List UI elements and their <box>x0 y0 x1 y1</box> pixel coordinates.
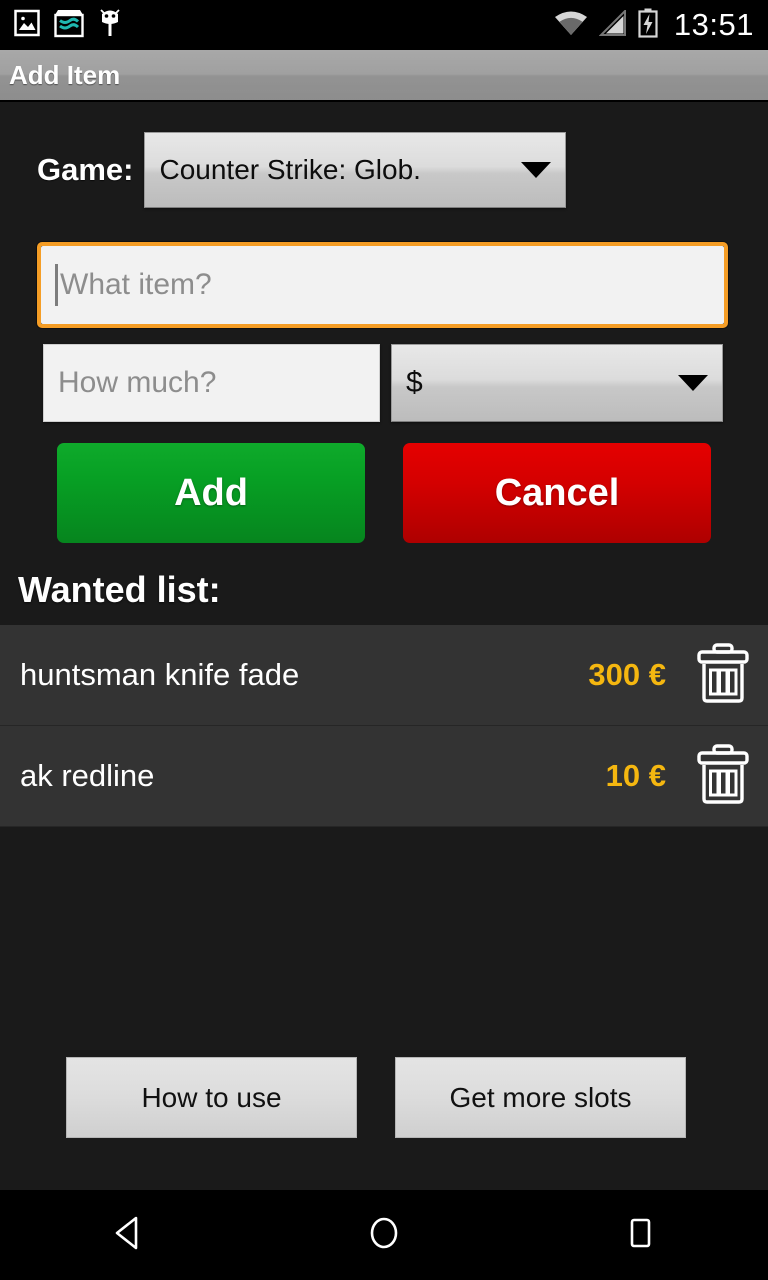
get-more-slots-button[interactable]: Get more slots <box>395 1057 686 1138</box>
how-to-use-button[interactable]: How to use <box>66 1057 357 1138</box>
status-system-icons: 13:51 <box>554 7 754 43</box>
main-content: Game: Counter Strike: Glob. What item? H… <box>0 102 768 1190</box>
back-button[interactable] <box>68 1190 188 1280</box>
action-bar: Add Item <box>0 50 768 102</box>
list-item[interactable]: ak redline 10 € <box>0 726 768 827</box>
delete-item-button[interactable] <box>694 642 752 708</box>
game-dropdown-value: Counter Strike: Glob. <box>159 154 421 185</box>
navigation-bar <box>0 1190 768 1280</box>
recents-button[interactable] <box>580 1190 700 1280</box>
trash-icon <box>695 743 751 809</box>
item-input-placeholder: What item? <box>60 268 212 301</box>
home-button[interactable] <box>324 1190 444 1280</box>
home-icon <box>366 1213 402 1258</box>
currency-dropdown[interactable]: $ <box>391 344 723 422</box>
trash-icon <box>695 642 751 708</box>
status-clock: 13:51 <box>673 7 754 42</box>
bottom-actions: How to use Get more slots <box>66 1057 768 1138</box>
item-name: ak redline <box>20 758 155 793</box>
form-actions: Add Cancel <box>57 443 768 543</box>
status-notification-icons <box>14 8 122 43</box>
chevron-down-icon <box>521 162 552 178</box>
wanted-list: huntsman knife fade 300 € ak redline 10 … <box>0 625 768 827</box>
app-screen: 13:51 Add Item Game: Counter Strike: Glo… <box>0 0 768 1280</box>
item-name-input[interactable]: What item? <box>41 246 724 324</box>
cancel-button[interactable]: Cancel <box>403 443 711 543</box>
game-dropdown[interactable]: Counter Strike: Glob. <box>144 132 567 208</box>
photo-icon <box>14 9 40 42</box>
price-input[interactable]: How much? <box>43 344 380 422</box>
status-bar: 13:51 <box>0 0 768 50</box>
shop-icon <box>54 8 84 43</box>
item-input-wrapper: What item? <box>37 242 728 328</box>
back-icon <box>110 1214 146 1257</box>
item-price: 10 € <box>605 758 666 793</box>
item-price: 300 € <box>588 657 666 692</box>
currency-dropdown-value: $ <box>406 366 423 399</box>
battery-charging-icon <box>638 8 658 43</box>
price-input-placeholder: How much? <box>58 366 217 399</box>
item-name: huntsman knife fade <box>20 657 300 692</box>
text-cursor <box>55 264 58 306</box>
price-row: How much? $ <box>43 344 768 422</box>
add-button[interactable]: Add <box>57 443 365 543</box>
android-bug-icon <box>98 8 122 43</box>
recents-icon <box>623 1214 657 1257</box>
delete-item-button[interactable] <box>694 743 752 809</box>
wanted-list-title: Wanted list: <box>18 569 221 610</box>
chevron-down-icon <box>678 375 708 391</box>
cell-signal-icon <box>598 8 627 41</box>
page-title: Add Item <box>9 59 121 90</box>
game-selector-row: Game: Counter Strike: Glob. <box>0 132 768 208</box>
list-item[interactable]: huntsman knife fade 300 € <box>0 625 768 726</box>
game-label: Game: <box>37 152 134 187</box>
wifi-icon <box>554 10 588 41</box>
